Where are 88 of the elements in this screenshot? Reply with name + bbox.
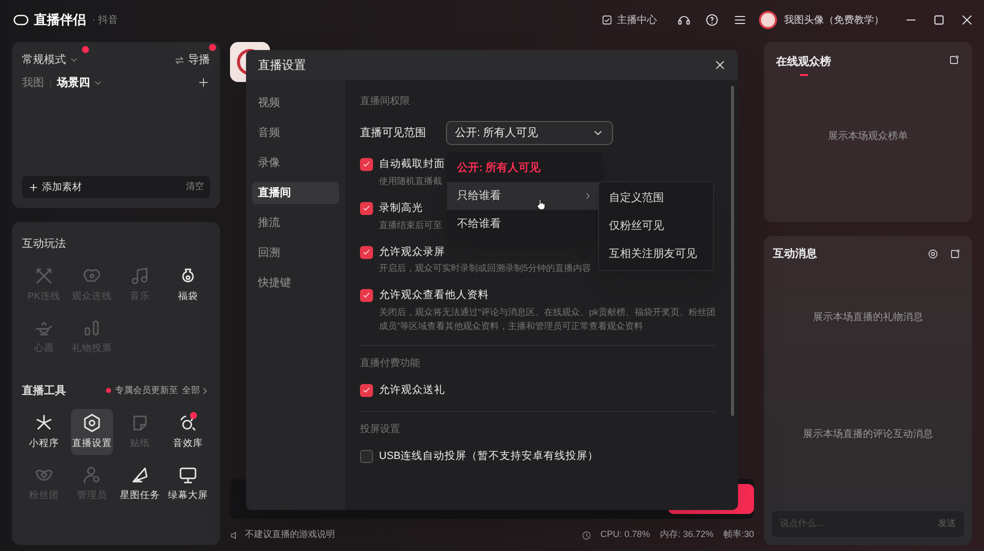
settings-nav-item[interactable]: 回溯 [252,242,339,264]
settings-nav-item[interactable]: 音频 [252,122,339,144]
option-description: 使用随机直播截 [379,174,443,188]
all-tools-link[interactable]: 全部 [182,384,210,398]
settings-nav-item[interactable]: 视频 [252,92,339,114]
platform-label: · 抖音 [92,14,118,28]
settings-nav-item[interactable]: 录像 [252,152,339,174]
empty-state-text: 展示本场直播的评论互动消息 [803,428,933,442]
settings-nav-item[interactable]: 快捷键 [252,272,339,294]
section-title: 互动玩法 [21,237,67,252]
add-material-button[interactable]: 添加素材 [28,180,82,194]
panel-title: 互动消息 [773,246,817,262]
pop-out-icon[interactable] [948,54,960,66]
checkmark-icon [362,291,371,300]
checkbox[interactable] [360,246,373,258]
section-title: 直播工具 [22,384,66,398]
close-icon[interactable] [960,13,974,27]
avatar[interactable] [759,11,777,29]
mode-dropdown[interactable]: 常规模式 [22,52,79,68]
music-note-icon [130,266,150,286]
tool-button[interactable]: 直播设置 [71,409,113,455]
settings-nav-item[interactable]: 直播间 [252,182,339,204]
pointer-hand-icon [534,197,548,211]
option-label: 允许观众录屏 [379,244,446,260]
tool-button[interactable]: 绿幕大屏 [167,461,209,507]
maximize-icon[interactable] [932,13,946,27]
settings-icon[interactable] [927,248,939,260]
pop-out-icon[interactable] [949,248,961,260]
section-heading: 直播间权限 [360,94,411,109]
anchor-center-link[interactable]: 主播中心 [601,12,657,28]
option-label: 允许观众查看他人资料 [379,288,490,304]
option-label: 录制高光 [379,200,424,216]
option-label: 允许观众送礼 [379,383,445,398]
settings-nav-item[interactable]: 推流 [252,212,339,234]
checkbox[interactable] [360,384,373,397]
director-button[interactable]: 导播 [174,52,210,68]
scrollbar-thumb[interactable] [731,86,734,416]
option-description: 关闭后，观众将无法通过“评论与消息区、在线观众、pk贡献榜、福袋开奖页、粉丝团成员”等区域查看其他观众资料，主播和管理员可正常查看观众资料 [379,306,716,333]
checkbox[interactable] [360,202,373,215]
app-title: 直播伴侣 [34,11,86,30]
option-description: 直播结束后可至 [379,218,442,232]
checkbox[interactable] [360,158,373,171]
menu-item[interactable]: 互相关注朋友可见 [599,240,713,268]
frame-rate: 帧率:30 [723,528,754,542]
menu-icon[interactable] [733,13,747,27]
sound-effect-icon [178,412,198,433]
menu-item[interactable]: 公开: 所有人可见 [447,154,603,182]
tool-button[interactable]: 福袋 [167,262,209,308]
add-icon [28,182,39,192]
member-update-notice: 专属会员更新至 [115,384,178,397]
versus-icon [34,266,54,286]
tab-indicator [800,74,808,76]
tool-button[interactable]: 音效库 [167,409,209,455]
person-icon [82,464,102,485]
empty-state-text: 展示本场直播的礼物消息 [813,310,923,325]
field-label: 直播可见范围 [360,126,427,141]
visibility-select[interactable]: 公开: 所有人可见 [446,121,613,145]
cpu-usage: CPU: 0.78% [600,528,650,542]
anchor-center-icon [601,14,613,26]
option-label: USB连线自动投屏（暂不支持安卓有线投屏） [379,448,599,464]
close-icon[interactable] [714,59,726,71]
checkmark-icon [362,204,371,213]
headset-icon[interactable] [677,13,691,27]
checkmark-icon [362,248,371,256]
monitor-icon [178,464,198,485]
checkbox[interactable] [360,450,373,463]
clear-button[interactable]: 清空 [186,180,204,194]
tool-button[interactable]: 星图任务 [119,461,161,507]
scene-tab[interactable]: 场景四 [57,74,103,91]
user-name[interactable]: 我图头像（免费教学） [784,12,884,28]
dialog-title: 直播设置 [258,57,306,74]
checkmark-icon [362,160,371,169]
hexagon-gear-icon [82,412,102,433]
scene-tab[interactable]: 我图 [22,74,44,91]
section-heading: 投屏设置 [360,422,401,437]
game-notice-link[interactable]: 不建议直播的游戏说明 [245,528,335,542]
empty-state-text: 展示本场观众榜单 [828,130,908,144]
panel-title: 在线观众榜 [776,54,831,70]
add-icon[interactable] [197,76,210,90]
memory-usage: 内存: 36.72% [660,528,714,542]
swap-icon [174,54,185,66]
section-heading: 直播付费功能 [360,356,421,371]
checkbox[interactable] [360,289,373,302]
option-label: 自动截取封面 [379,157,445,172]
checkmark-icon [362,386,371,395]
tool-button[interactable]: 小程序 [23,409,65,455]
help-icon[interactable] [705,13,719,27]
option-description: 开启后，观众可实时录制或回溯录制5分钟的直播内容 [379,262,592,276]
